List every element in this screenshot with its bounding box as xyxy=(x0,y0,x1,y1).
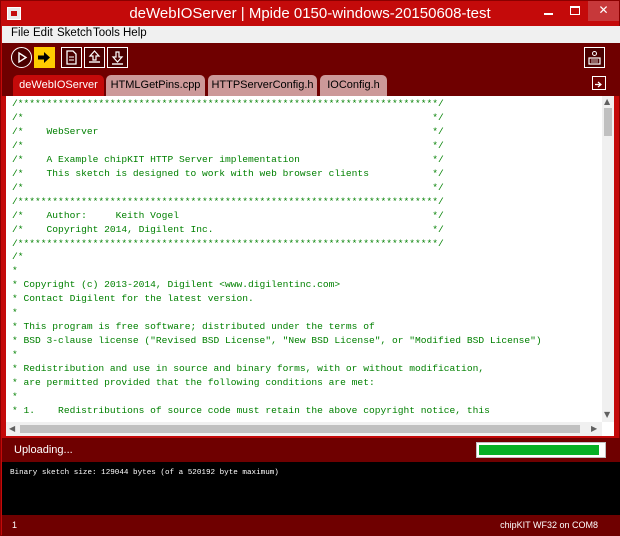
status-bar: Uploading... xyxy=(2,438,620,462)
upload-button[interactable] xyxy=(34,47,55,68)
code-line[interactable]: /* xyxy=(12,250,600,264)
code-line[interactable]: * This program is free software; distrib… xyxy=(12,320,600,334)
scroll-up-icon[interactable]: ▲ xyxy=(604,97,610,106)
minimize-button[interactable] xyxy=(536,1,562,21)
new-icon xyxy=(66,50,77,65)
horizontal-scroll-thumb[interactable] xyxy=(20,425,580,433)
console-line: Binary sketch size: 129044 bytes (of a 5… xyxy=(10,469,279,477)
code-line[interactable]: /***************************************… xyxy=(12,97,600,111)
code-line[interactable]: * 1. Redistributions of source code must… xyxy=(12,404,600,418)
code-line[interactable]: /***************************************… xyxy=(12,237,600,251)
code-line[interactable]: * Redistribution and use in source and b… xyxy=(12,362,600,376)
code-line[interactable]: * xyxy=(12,264,600,278)
horizontal-scrollbar[interactable]: ◀ ▶ xyxy=(6,422,602,436)
upload-progress-bar xyxy=(476,442,606,458)
close-button[interactable]: ✕ xyxy=(588,1,619,21)
tab-bar: deWebIOServer HTMLGetPins.cpp HTTPServer… xyxy=(2,73,620,96)
window-title: deWebIOServer | Mpide 0150-windows-20150… xyxy=(129,5,491,22)
code-line[interactable]: * xyxy=(12,348,600,362)
menu-tools[interactable]: Tools xyxy=(93,27,120,39)
console-output[interactable]: Binary sketch size: 129044 bytes (of a 5… xyxy=(2,462,620,515)
code-line[interactable]: /***************************************… xyxy=(12,195,600,209)
menu-file[interactable]: File xyxy=(11,27,30,39)
new-button[interactable] xyxy=(61,47,82,68)
code-line[interactable]: * are permitted provided that the follow… xyxy=(12,376,600,390)
serial-monitor-icon xyxy=(588,51,601,65)
verify-icon xyxy=(18,51,28,64)
code-editor[interactable]: /***************************************… xyxy=(6,96,614,436)
footer-bar: 1 chipKIT WF32 on COM8 xyxy=(2,515,620,536)
code-line[interactable]: /* A Example chipKIT HTTP Server impleme… xyxy=(12,153,600,167)
tab-htmlgetpins[interactable]: HTMLGetPins.cpp xyxy=(106,75,205,96)
code-line[interactable]: * xyxy=(12,306,600,320)
line-number: 1 xyxy=(12,520,18,530)
menu-edit[interactable]: Edit xyxy=(33,27,53,39)
menu-help[interactable]: Help xyxy=(123,27,147,39)
scroll-right-icon[interactable]: ▶ xyxy=(591,424,597,433)
tab-ioconfig[interactable]: IOConfig.h xyxy=(320,75,387,96)
serial-monitor-button[interactable] xyxy=(584,47,605,68)
code-line[interactable]: * BSD 3-clause license ("Revised BSD Lic… xyxy=(12,334,600,348)
save-button[interactable] xyxy=(107,47,128,68)
code-line[interactable]: /* */ xyxy=(12,181,600,195)
tab-httpserverconfig[interactable]: HTTPServerConfig.h xyxy=(208,75,317,96)
code-line[interactable]: * xyxy=(12,390,600,404)
code-line[interactable]: /* */ xyxy=(12,139,600,153)
code-line[interactable]: * Copyright (c) 2013-2014, Digilent <www… xyxy=(12,278,600,292)
arrow-right-icon xyxy=(595,81,602,88)
vertical-scrollbar[interactable]: ▲ ▼ xyxy=(602,96,614,422)
status-message: Uploading... xyxy=(14,444,73,456)
board-port: chipKIT WF32 on COM8 xyxy=(500,520,598,530)
save-icon xyxy=(111,51,124,65)
open-icon xyxy=(88,50,101,63)
verify-button[interactable] xyxy=(11,47,32,68)
close-icon: ✕ xyxy=(598,3,609,17)
code-line[interactable]: /* */ xyxy=(12,111,600,125)
title-bar[interactable]: deWebIOServer | Mpide 0150-windows-20150… xyxy=(1,1,619,26)
code-line[interactable]: /* Author: Keith Vogel */ xyxy=(12,209,600,223)
maximize-icon xyxy=(570,6,580,15)
maximize-button[interactable] xyxy=(562,1,588,21)
tab-menu-button[interactable] xyxy=(592,76,606,90)
code-line[interactable]: * Contact Digilent for the latest versio… xyxy=(12,292,600,306)
minimize-icon xyxy=(544,13,553,15)
code-line[interactable]: /* This sketch is designed to work with … xyxy=(12,167,600,181)
scroll-down-icon[interactable]: ▼ xyxy=(604,410,610,419)
open-button[interactable] xyxy=(84,47,105,68)
ide-window: deWebIOServer | Mpide 0150-windows-20150… xyxy=(0,0,620,536)
upload-progress-fill xyxy=(479,445,600,455)
code-line[interactable]: /* Copyright 2014, Digilent Inc. */ xyxy=(12,223,600,237)
menu-sketch[interactable]: Sketch xyxy=(57,27,92,39)
upload-icon xyxy=(38,52,50,63)
code-line[interactable]: /* WebServer */ xyxy=(12,125,600,139)
menu-bar: File Edit Sketch Tools Help xyxy=(2,26,620,43)
tab-dewebioserver[interactable]: deWebIOServer xyxy=(13,75,104,96)
vertical-scroll-thumb[interactable] xyxy=(604,108,612,136)
code-text[interactable]: /***************************************… xyxy=(12,97,600,418)
scroll-left-icon[interactable]: ◀ xyxy=(9,424,15,433)
toolbar xyxy=(2,43,620,73)
